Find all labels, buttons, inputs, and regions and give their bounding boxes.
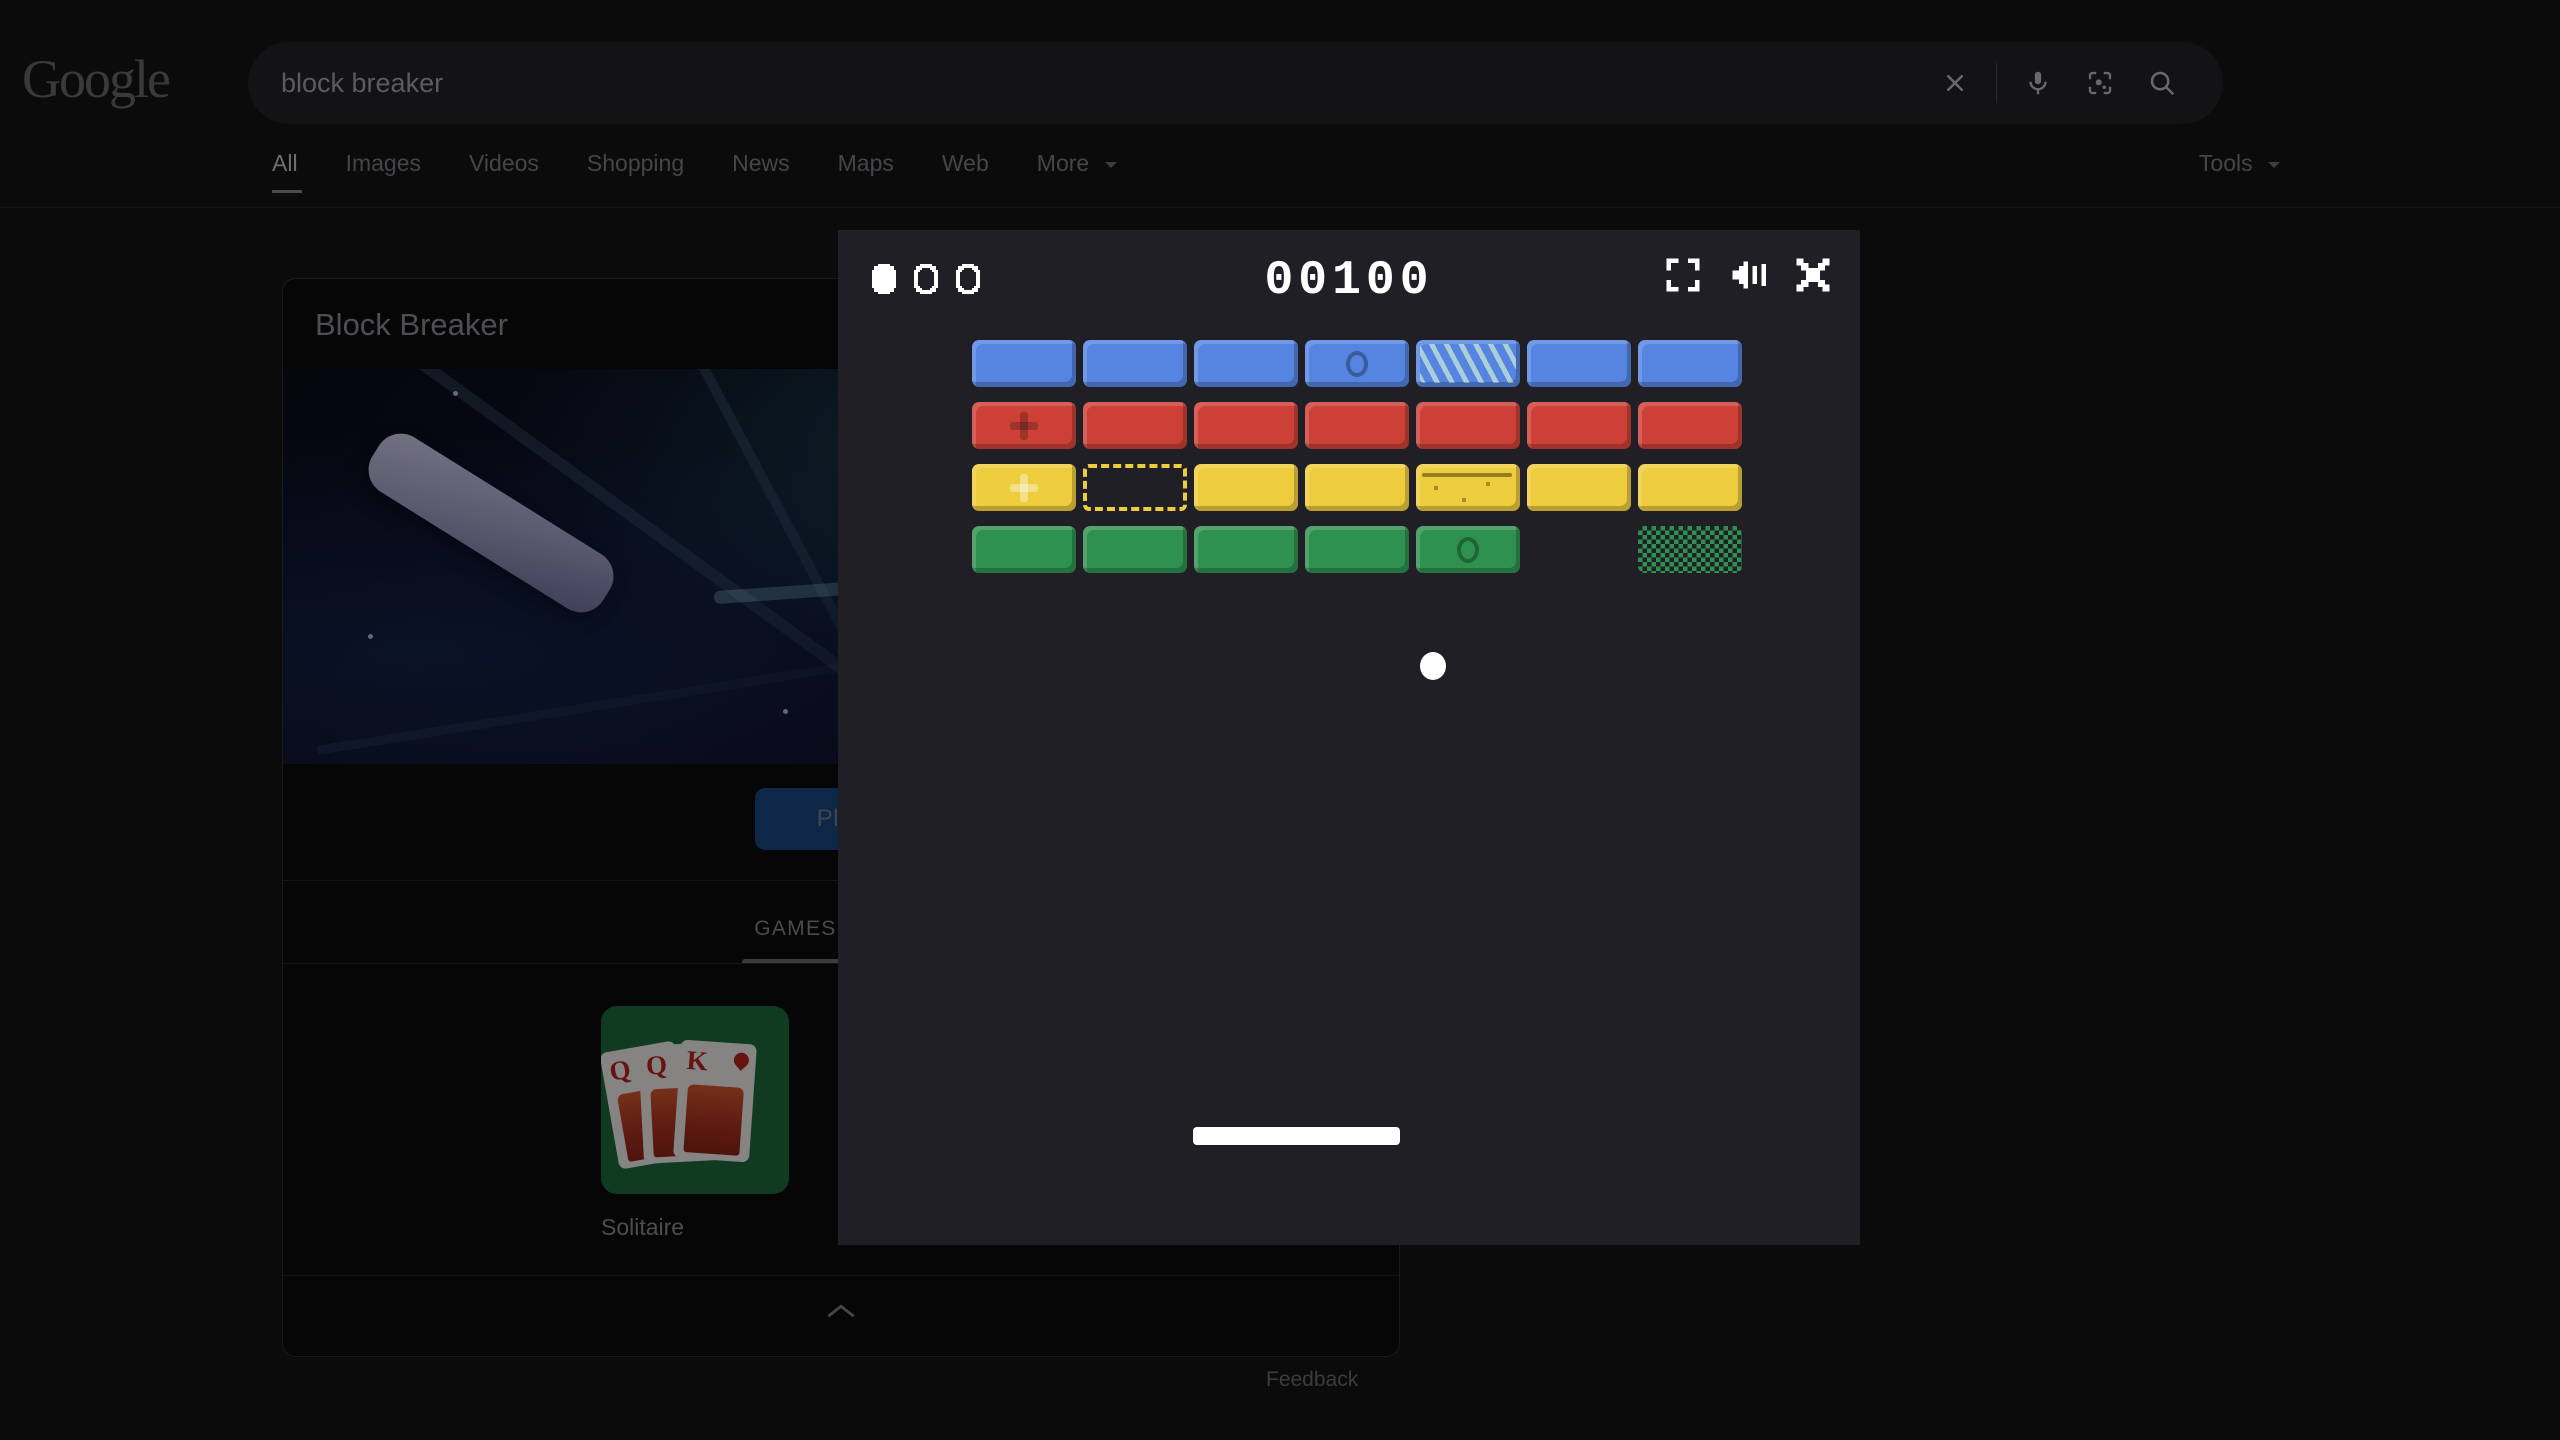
brick-plus-powerup[interactable] <box>972 464 1076 511</box>
hero-beam <box>315 652 911 755</box>
solitaire-thumbnail: Q Q K <box>601 1006 789 1194</box>
close-icon[interactable] <box>1924 52 1986 114</box>
hero-dot <box>368 634 373 639</box>
crack-glyph-icon <box>1416 464 1520 511</box>
brick[interactable] <box>1638 340 1742 387</box>
camera-lens-icon[interactable] <box>2069 52 2131 114</box>
toy-label: Solitaire <box>601 1214 685 1240</box>
brick[interactable] <box>1305 526 1409 573</box>
brick[interactable] <box>1194 340 1298 387</box>
brick-mesh[interactable] <box>1638 526 1742 573</box>
stripes-glyph-icon <box>1420 344 1516 383</box>
nav-tab-maps[interactable]: Maps <box>838 150 894 193</box>
brick-ball-powerup[interactable] <box>1416 526 1520 573</box>
plus-glyph-icon <box>1010 411 1038 440</box>
brick[interactable] <box>1083 340 1187 387</box>
brick[interactable] <box>1305 464 1409 511</box>
brick[interactable] <box>1194 526 1298 573</box>
block-breaker-game-overlay: 00100 <box>838 230 1860 1245</box>
toy-item-solitaire[interactable]: Q Q K Solitaire <box>601 1006 789 1241</box>
nav-tab-news[interactable]: News <box>732 150 790 193</box>
brick[interactable] <box>1194 402 1298 449</box>
search-bar-actions <box>1924 52 2223 114</box>
nav-tab-all[interactable]: All <box>272 150 302 193</box>
brick-outline-empty <box>1083 464 1187 511</box>
chevron-up-icon <box>827 1304 855 1318</box>
hero-dot <box>783 709 788 714</box>
close-icon[interactable] <box>1794 256 1832 299</box>
brick-grid <box>969 332 1745 580</box>
nav-tab-images[interactable]: Images <box>346 150 421 193</box>
brick[interactable] <box>1638 402 1742 449</box>
search-input[interactable] <box>248 67 1924 99</box>
hero-paddle <box>358 423 624 623</box>
game-controls <box>1664 256 1832 299</box>
nav-tab-more[interactable]: More <box>1037 150 1117 193</box>
brick[interactable] <box>1416 402 1520 449</box>
game-topbar: 00100 <box>838 230 1860 322</box>
game-paddle[interactable] <box>1193 1127 1400 1145</box>
fullscreen-icon[interactable] <box>1664 256 1702 299</box>
volume-on-icon[interactable] <box>1728 256 1768 299</box>
google-logo[interactable]: Google <box>22 48 171 110</box>
brick-ball-powerup[interactable] <box>1305 340 1409 387</box>
brick-cracked[interactable] <box>1416 464 1520 511</box>
game-ball <box>1420 652 1446 680</box>
hero-dot <box>453 391 458 396</box>
brick[interactable] <box>1527 464 1631 511</box>
collapse-button[interactable] <box>283 1276 1399 1356</box>
feedback-link[interactable]: Feedback <box>1266 1368 1358 1392</box>
brick[interactable] <box>972 526 1076 573</box>
search-header: Google <box>0 0 2560 150</box>
plus-glyph-icon <box>1010 473 1038 502</box>
chevron-down-icon <box>2268 161 2280 168</box>
brick[interactable] <box>1305 402 1409 449</box>
nav-tab-web[interactable]: Web <box>942 150 989 193</box>
brick[interactable] <box>972 340 1076 387</box>
ball-glyph-icon <box>1346 350 1368 377</box>
brick[interactable] <box>1194 464 1298 511</box>
brick-destroyed-slot <box>1524 518 1634 580</box>
brick[interactable] <box>1083 526 1187 573</box>
brick[interactable] <box>1527 340 1631 387</box>
nav-tab-videos[interactable]: Videos <box>469 150 539 193</box>
brick-striped[interactable] <box>1416 340 1520 387</box>
search-nav-tabs: All Images Videos Shopping News Maps Web… <box>0 150 2560 208</box>
brick-plus-powerup[interactable] <box>972 402 1076 449</box>
search-bar[interactable] <box>248 42 2223 124</box>
brick[interactable] <box>1527 402 1631 449</box>
divider <box>1996 63 1997 103</box>
search-icon[interactable] <box>2131 52 2193 114</box>
brick[interactable] <box>1638 464 1742 511</box>
nav-tab-shopping[interactable]: Shopping <box>587 150 684 193</box>
ball-glyph-icon <box>1457 536 1479 563</box>
tools-button[interactable]: Tools <box>2199 150 2280 177</box>
game-playfield[interactable] <box>838 322 1860 1245</box>
brick[interactable] <box>1083 402 1187 449</box>
hero-beam <box>568 369 878 689</box>
microphone-icon[interactable] <box>2007 52 2069 114</box>
chevron-down-icon <box>1104 161 1117 168</box>
